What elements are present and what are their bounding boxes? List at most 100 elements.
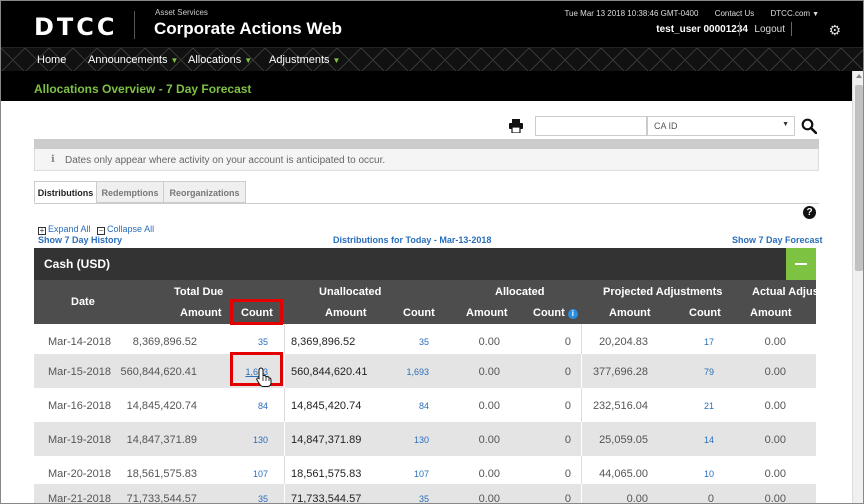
nav-adjustments-label: Adjustments xyxy=(269,54,330,66)
divider xyxy=(284,388,285,422)
print-icon[interactable] xyxy=(509,119,523,133)
tab-redemptions[interactable]: Redemptions xyxy=(96,181,164,203)
divider xyxy=(739,22,740,36)
today-label: Distributions for Today - Mar-13-2018 xyxy=(333,235,492,245)
cell-un-count-link[interactable]: 130 xyxy=(414,435,429,445)
col-group-allocated: Allocated xyxy=(495,286,545,298)
search-input[interactable] xyxy=(535,116,647,136)
cell-un-count-link[interactable]: 35 xyxy=(419,494,429,503)
search-icon[interactable] xyxy=(801,118,817,134)
app-window: DTCC Asset Services Corporate Actions We… xyxy=(0,0,864,504)
cell-td-amount: 14,847,371.89 xyxy=(126,434,197,446)
ca-id-select[interactable]: CA ID ▼ xyxy=(647,116,795,136)
logout-link[interactable]: Logout xyxy=(754,24,785,35)
cell-pa-count-link[interactable]: 17 xyxy=(704,337,714,347)
cell-date: Mar-16-2018 xyxy=(48,400,111,412)
cell-td-count-link[interactable]: 107 xyxy=(253,469,268,479)
chevron-down-icon: ▼ xyxy=(812,11,819,18)
datetime: Tue Mar 13 2018 10:38:46 GMT-0400 xyxy=(564,9,699,18)
app-subtitle: Asset Services xyxy=(155,8,208,17)
cell-pa-count-link[interactable]: 10 xyxy=(704,469,714,479)
cell-un-amount: 71,733,544.57 xyxy=(291,493,362,504)
cell-aa-amount: 0.00 xyxy=(764,468,786,480)
tab-distributions[interactable]: Distributions xyxy=(34,181,97,203)
cell-pa-count: 0 xyxy=(707,493,714,504)
ca-id-select-value: CA ID xyxy=(654,121,678,131)
cell-pa-amount: 377,696.28 xyxy=(592,366,648,378)
chevron-down-icon: ▼ xyxy=(244,56,253,65)
col-un-amount[interactable]: Amount xyxy=(325,307,367,319)
collapse-all-link[interactable]: − Collapse All xyxy=(97,224,154,235)
cell-pa-count-link[interactable]: 14 xyxy=(704,435,714,445)
cell-un-amount: 14,845,420.74 xyxy=(291,400,362,412)
col-aa-amount[interactable]: Amount xyxy=(750,307,792,319)
cell-td-count-link[interactable]: 84 xyxy=(258,401,268,411)
cell-un-count-link[interactable]: 35 xyxy=(419,337,429,347)
scroll-up-icon[interactable] xyxy=(856,74,862,78)
col-pa-amount[interactable]: Amount xyxy=(609,307,651,319)
cell-date: Mar-21-2018 xyxy=(48,493,111,504)
chevron-down-icon: ▼ xyxy=(170,56,179,65)
cell-td-amount: 560,844,620.41 xyxy=(120,366,197,378)
contact-us-link[interactable]: Contact Us xyxy=(715,9,755,18)
divider xyxy=(284,324,285,358)
divider xyxy=(581,354,582,388)
cell-pa-amount: 44,065.00 xyxy=(599,468,648,480)
cell-td-count-link[interactable]: 35 xyxy=(258,337,268,347)
table-row: Mar-14-2018 8,369,896.52 35 8,369,896.52… xyxy=(34,324,816,358)
cell-td-count-link[interactable]: 130 xyxy=(253,435,268,445)
cell-al-amount: 0.00 xyxy=(478,493,500,504)
col-al-count-label: Count xyxy=(533,307,565,319)
col-al-count[interactable]: Count i xyxy=(533,307,578,319)
dtcc-logo[interactable]: DTCC xyxy=(34,13,118,41)
show-forecast-link[interactable]: Show 7 Day Forecast xyxy=(732,235,823,245)
vertical-scrollbar[interactable] xyxy=(852,71,863,503)
col-td-amount[interactable]: Amount xyxy=(180,307,222,319)
col-group-projected: Projected Adjustments xyxy=(603,286,723,298)
collapse-section-button[interactable] xyxy=(786,248,816,280)
cell-un-count-link[interactable]: 1,693 xyxy=(406,367,429,377)
nav-adjustments[interactable]: Adjustments ▼ xyxy=(269,54,340,66)
table-row: Mar-16-2018 14,845,420.74 84 14,845,420.… xyxy=(34,388,816,422)
user-name: test_user 00001234 xyxy=(656,24,748,35)
section-header: Cash (USD) xyxy=(34,248,816,280)
table-row: Mar-19-2018 14,847,371.89 130 14,847,371… xyxy=(34,422,816,456)
expand-all-link[interactable]: + Expand All xyxy=(38,224,91,235)
cell-pa-count-link[interactable]: 21 xyxy=(704,401,714,411)
col-group-unallocated: Unallocated xyxy=(319,286,382,298)
cell-un-amount: 18,561,575.83 xyxy=(291,468,362,480)
chevron-down-icon: ▼ xyxy=(782,121,789,128)
scroll-thumb[interactable] xyxy=(855,85,863,271)
nav-allocations[interactable]: Allocations ▼ xyxy=(188,54,252,66)
col-un-count[interactable]: Count xyxy=(403,307,435,319)
tab-reorganizations[interactable]: Reorganizations xyxy=(163,181,246,203)
nav-home-label: Home xyxy=(37,54,67,66)
help-icon[interactable]: ? xyxy=(803,206,816,219)
highlight-box xyxy=(230,299,283,325)
cell-pa-count-link[interactable]: 79 xyxy=(704,367,714,377)
nav-announcements[interactable]: Announcements ▼ xyxy=(88,54,178,66)
page-title: Allocations Overview - 7 Day Forecast xyxy=(34,82,252,96)
chevron-down-icon: ▼ xyxy=(332,56,341,65)
divider xyxy=(284,422,285,456)
col-date[interactable]: Date xyxy=(71,296,95,308)
nav-home[interactable]: Home xyxy=(37,54,66,66)
cell-un-count-link[interactable]: 84 xyxy=(419,401,429,411)
cell-al-amount: 0.00 xyxy=(478,468,500,480)
cell-date: Mar-15-2018 xyxy=(48,366,111,378)
cell-pa-amount: 232,516.04 xyxy=(592,400,648,412)
info-icon[interactable]: i xyxy=(567,309,578,319)
cell-al-amount: 0.00 xyxy=(478,366,500,378)
cell-un-count-link[interactable]: 107 xyxy=(414,469,429,479)
cell-un-amount: 14,847,371.89 xyxy=(291,434,362,446)
col-pa-count[interactable]: Count xyxy=(689,307,721,319)
show-history-link[interactable]: Show 7 Day History xyxy=(38,235,122,245)
logo-divider xyxy=(134,11,135,39)
cell-td-count-link[interactable]: 35 xyxy=(258,494,268,503)
dtcc-com-link[interactable]: DTCC.com ▼ xyxy=(771,9,820,18)
section-title: Cash (USD) xyxy=(44,257,111,271)
col-al-amount[interactable]: Amount xyxy=(466,307,508,319)
col-group-actual: Actual Adjust xyxy=(752,286,823,298)
cell-al-count: 0 xyxy=(564,400,571,412)
gear-icon[interactable]: ⚙ xyxy=(828,22,841,39)
